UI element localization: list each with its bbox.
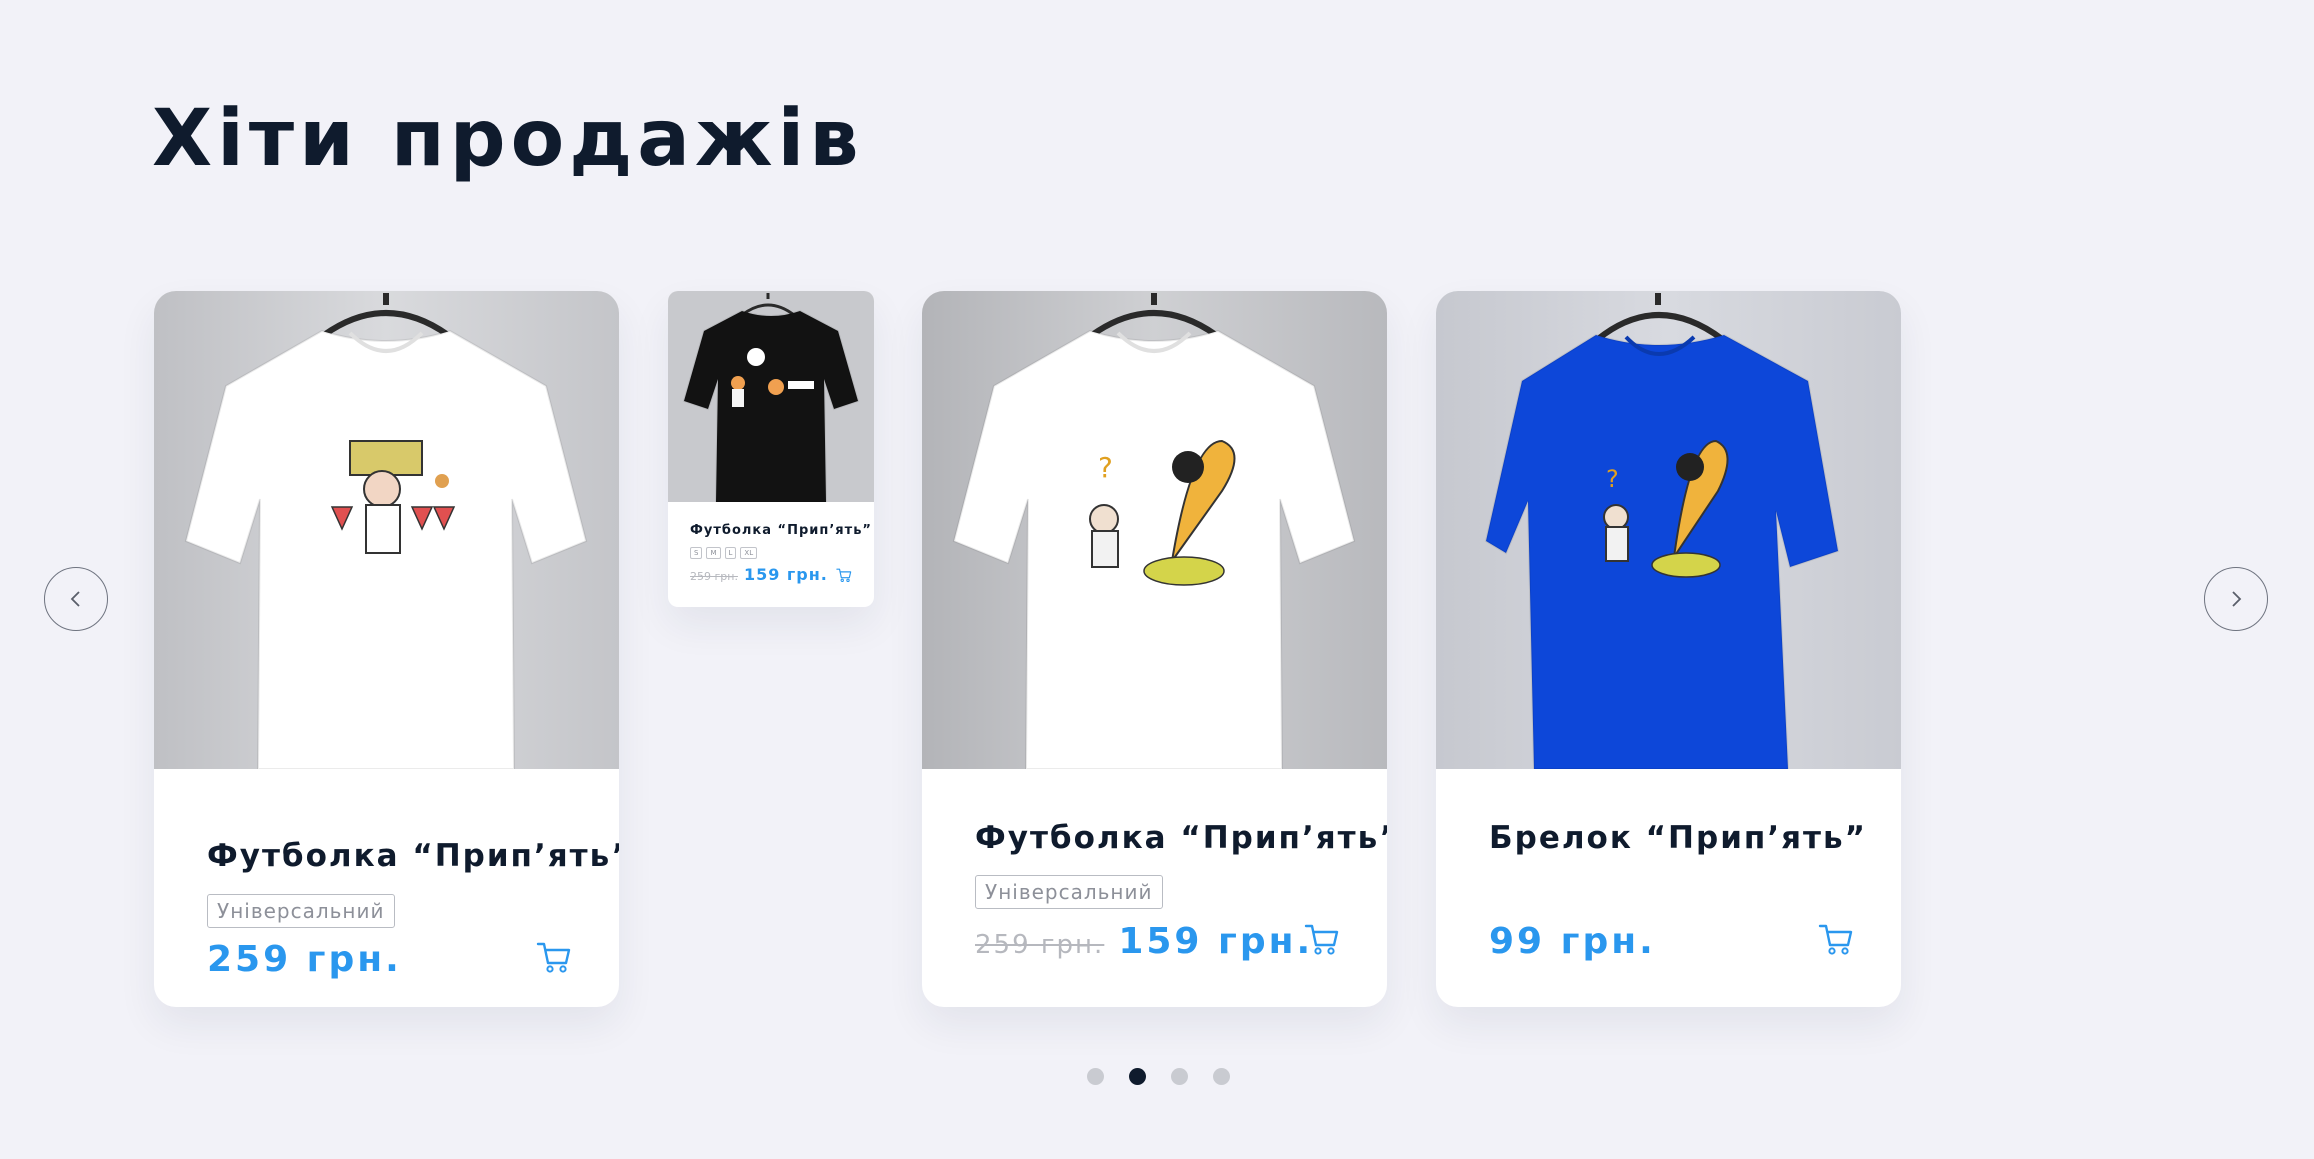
product-price: 159 грн. <box>1118 921 1314 962</box>
product-card[interactable]: Футболка “Прип’ять” S M L XL 259 грн. 15… <box>668 291 874 607</box>
pagination-dot[interactable] <box>1087 1068 1104 1085</box>
product-price: 159 грн. <box>743 565 828 584</box>
old-price: 259 грн. <box>690 570 738 583</box>
product-name[interactable]: Футболка “Прип’ять” <box>690 523 872 538</box>
product-price: 259 грн. <box>207 939 402 980</box>
carousel-next-button[interactable] <box>2204 567 2268 631</box>
chevron-right-icon <box>2232 591 2242 607</box>
old-price: 259 грн. <box>975 930 1105 960</box>
cart-icon <box>836 568 852 583</box>
size-tag[interactable]: Універсальний <box>975 875 1163 909</box>
cart-icon <box>1818 924 1853 955</box>
size-options: S M L XL <box>690 547 758 559</box>
product-name[interactable]: Футболка “Прип’ять” <box>975 820 1387 856</box>
product-card[interactable]: ? Брелок “Прип’ять” 99 грн. <box>1436 291 1901 1007</box>
product-card[interactable]: Футболка “Прип’ять” Універсальний 259 гр… <box>154 291 619 1007</box>
svg-text:?: ? <box>1098 451 1113 484</box>
pagination-dot[interactable] <box>1129 1068 1146 1085</box>
product-name[interactable]: Брелок “Прип’ять” <box>1489 820 1867 856</box>
add-to-cart-button[interactable] <box>536 939 572 975</box>
size-option[interactable]: S <box>690 547 703 559</box>
add-to-cart-button[interactable] <box>1304 921 1340 957</box>
product-name[interactable]: Футболка “Прип’ять” <box>207 838 619 874</box>
cart-icon <box>1304 924 1339 955</box>
carousel-prev-button[interactable] <box>44 567 108 631</box>
svg-text:?: ? <box>1606 465 1619 493</box>
size-option[interactable]: L <box>724 547 737 559</box>
cart-icon <box>536 942 571 973</box>
price-row: 99 грн. <box>1489 921 1656 962</box>
size-option[interactable]: XL <box>740 547 758 559</box>
carousel-pagination <box>1087 1068 1230 1085</box>
price-row: 259 грн. 159 грн. <box>975 921 1313 962</box>
chevron-left-icon <box>70 591 80 607</box>
add-to-cart-button[interactable] <box>836 567 852 583</box>
product-price: 99 грн. <box>1489 921 1656 962</box>
add-to-cart-button[interactable] <box>1818 921 1854 957</box>
price-row: 259 грн. 159 грн. <box>690 565 828 584</box>
product-image[interactable]: ? <box>922 291 1387 769</box>
price-row: 259 грн. <box>207 939 402 980</box>
pagination-dot[interactable] <box>1171 1068 1188 1085</box>
product-image[interactable]: ? <box>1436 291 1901 769</box>
size-tag[interactable]: Універсальний <box>207 894 395 928</box>
product-card[interactable]: ? Футболка “Прип’ять” Універсальний 259 … <box>922 291 1387 1007</box>
product-image[interactable] <box>668 291 874 502</box>
pagination-dot[interactable] <box>1213 1068 1230 1085</box>
size-option[interactable]: M <box>706 547 721 559</box>
section-title: Хіти продажів <box>152 94 864 184</box>
product-image[interactable] <box>154 291 619 769</box>
